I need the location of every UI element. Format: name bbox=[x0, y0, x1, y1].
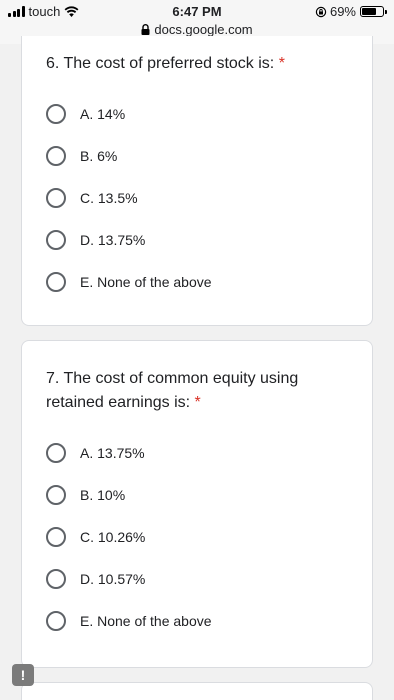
option-label: B. 6% bbox=[80, 148, 118, 164]
report-button[interactable]: ! bbox=[12, 664, 34, 686]
radio-option[interactable]: C. 10.26% bbox=[46, 525, 145, 549]
required-asterisk: * bbox=[194, 394, 201, 411]
option-label: A. 14% bbox=[80, 106, 126, 122]
status-right: 69% bbox=[315, 4, 387, 19]
radio-option[interactable]: D. 10.57% bbox=[46, 567, 145, 591]
radio-button[interactable] bbox=[46, 485, 66, 505]
battery-icon bbox=[360, 6, 387, 17]
lock-icon bbox=[141, 24, 150, 35]
option-label: C. 13.5% bbox=[80, 190, 138, 206]
radio-option[interactable]: E. None of the above bbox=[46, 609, 212, 633]
required-asterisk: * bbox=[278, 55, 285, 72]
radio-button[interactable] bbox=[46, 104, 66, 124]
radio-option[interactable]: D. 13.75% bbox=[46, 228, 145, 252]
radio-button[interactable] bbox=[46, 272, 66, 292]
url-text: docs.google.com bbox=[154, 22, 253, 37]
option-label: C. 10.26% bbox=[80, 529, 146, 545]
question-title: 6. The cost of preferred stock is: * bbox=[46, 55, 285, 72]
radio-button[interactable] bbox=[46, 146, 66, 166]
battery-percent: 69% bbox=[329, 4, 356, 19]
radio-option[interactable]: A. 14% bbox=[46, 102, 125, 126]
option-label: D. 10.57% bbox=[80, 571, 146, 587]
radio-button[interactable] bbox=[46, 569, 66, 589]
radio-button[interactable] bbox=[46, 443, 66, 463]
next-question-card bbox=[21, 682, 373, 700]
radio-button[interactable] bbox=[46, 230, 66, 250]
radio-option[interactable]: A. 13.75% bbox=[46, 441, 145, 465]
option-label: A. 13.75% bbox=[80, 445, 145, 461]
option-label: E. None of the above bbox=[80, 274, 212, 290]
radio-button[interactable] bbox=[46, 188, 66, 208]
question-card: 7. The cost of common equity using retai… bbox=[21, 340, 373, 668]
radio-option[interactable]: B. 10% bbox=[46, 483, 125, 507]
radio-option[interactable]: C. 13.5% bbox=[46, 186, 138, 210]
radio-button[interactable] bbox=[46, 611, 66, 631]
option-label: B. 10% bbox=[80, 487, 126, 503]
rotation-lock-icon bbox=[315, 6, 327, 17]
question-title: 7. The cost of common equity using retai… bbox=[46, 370, 299, 411]
option-label: D. 13.75% bbox=[80, 232, 146, 248]
question-card: 6. The cost of preferred stock is: * A. … bbox=[21, 36, 373, 326]
url-bar[interactable]: docs.google.com bbox=[0, 22, 394, 37]
option-label: E. None of the above bbox=[80, 613, 212, 629]
radio-option[interactable]: E. None of the above bbox=[46, 270, 212, 294]
radio-button[interactable] bbox=[46, 527, 66, 547]
radio-option[interactable]: B. 6% bbox=[46, 144, 117, 168]
